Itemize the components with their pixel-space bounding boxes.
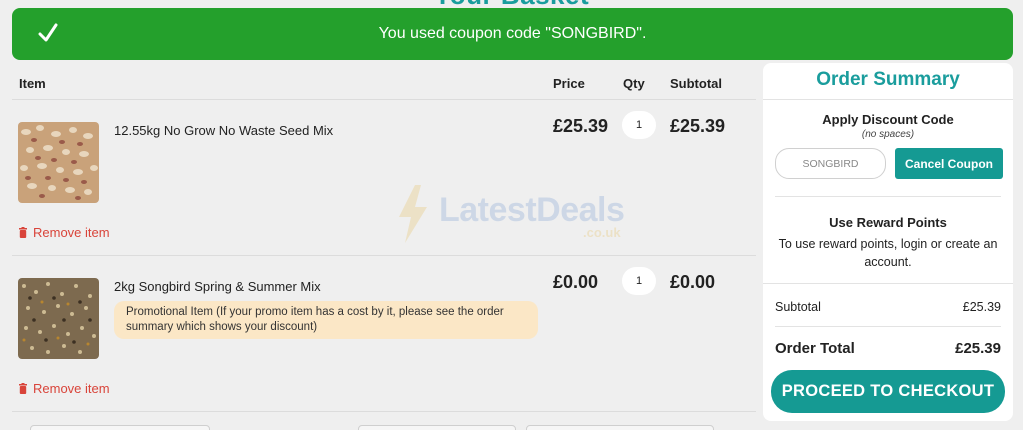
cart-row: 2kg Songbird Spring & Summer Mix Promoti… xyxy=(12,257,756,412)
remove-item-link[interactable]: Remove item xyxy=(18,225,110,240)
divider xyxy=(763,99,1013,100)
divider xyxy=(775,326,1001,327)
header-item: Item xyxy=(19,76,46,91)
subtotal-value: £25.39 xyxy=(962,300,1001,314)
product-price: £25.39 xyxy=(553,116,609,136)
subtotal-label: Subtotal xyxy=(775,300,821,314)
order-summary-title: Order Summary xyxy=(816,69,960,90)
cart-row: 12.55kg No Grow No Waste Seed Mix £25.39… xyxy=(12,101,756,256)
remove-item-link[interactable]: Remove item xyxy=(18,381,110,396)
order-summary-panel: Order Summary Apply Discount Code (no sp… xyxy=(763,63,1013,421)
trash-icon xyxy=(19,227,27,238)
cancel-coupon-button[interactable]: Cancel Coupon xyxy=(895,148,1003,179)
order-total-label: Order Total xyxy=(775,340,855,357)
remove-item-label: Remove item xyxy=(33,225,110,240)
quantity-input[interactable]: 1 xyxy=(622,267,656,295)
product-subtotal: £0.00 xyxy=(670,272,716,292)
product-image[interactable] xyxy=(18,122,99,203)
order-total-value: £25.39 xyxy=(955,340,1001,357)
product-subtotal: £25.39 xyxy=(670,116,726,136)
product-name[interactable]: 12.55kg No Grow No Waste Seed Mix xyxy=(114,123,333,138)
reward-points-text: To use reward points, login or create an… xyxy=(778,237,998,269)
remove-item-label: Remove item xyxy=(33,381,110,396)
alert-message: You used coupon code "SONGBIRD". xyxy=(378,25,647,42)
product-image[interactable] xyxy=(18,278,99,359)
divider xyxy=(763,283,1013,284)
discount-code-input[interactable] xyxy=(775,148,886,179)
watermark: LatestDeals .co.uk xyxy=(395,185,635,245)
reward-points-title: Use Reward Points xyxy=(829,215,947,230)
header-price: Price xyxy=(553,76,585,91)
partial-control[interactable] xyxy=(526,425,714,430)
discount-code-title: Apply Discount Code xyxy=(822,112,954,127)
partial-control[interactable] xyxy=(358,425,516,430)
watermark-subtext: .co.uk xyxy=(583,225,621,240)
partial-control[interactable] xyxy=(30,425,210,430)
lightning-bolt-icon xyxy=(399,185,427,243)
promo-note: Promotional Item (If your promo item has… xyxy=(114,301,538,339)
quantity-input[interactable]: 1 xyxy=(622,111,656,139)
discount-code-note: (no spaces) xyxy=(861,129,915,140)
product-price: £0.00 xyxy=(553,272,599,292)
divider xyxy=(775,196,1001,197)
checkmark-icon xyxy=(38,23,58,42)
product-name[interactable]: 2kg Songbird Spring & Summer Mix xyxy=(114,279,321,294)
cart-table-header: Item Price Qty Subtotal xyxy=(12,68,756,100)
proceed-to-checkout-button[interactable]: PROCEED TO CHECKOUT xyxy=(771,370,1005,413)
success-alert: You used coupon code "SONGBIRD". xyxy=(12,8,1013,60)
trash-icon xyxy=(19,383,27,394)
header-qty: Qty xyxy=(623,76,645,91)
header-subtotal: Subtotal xyxy=(670,76,722,91)
